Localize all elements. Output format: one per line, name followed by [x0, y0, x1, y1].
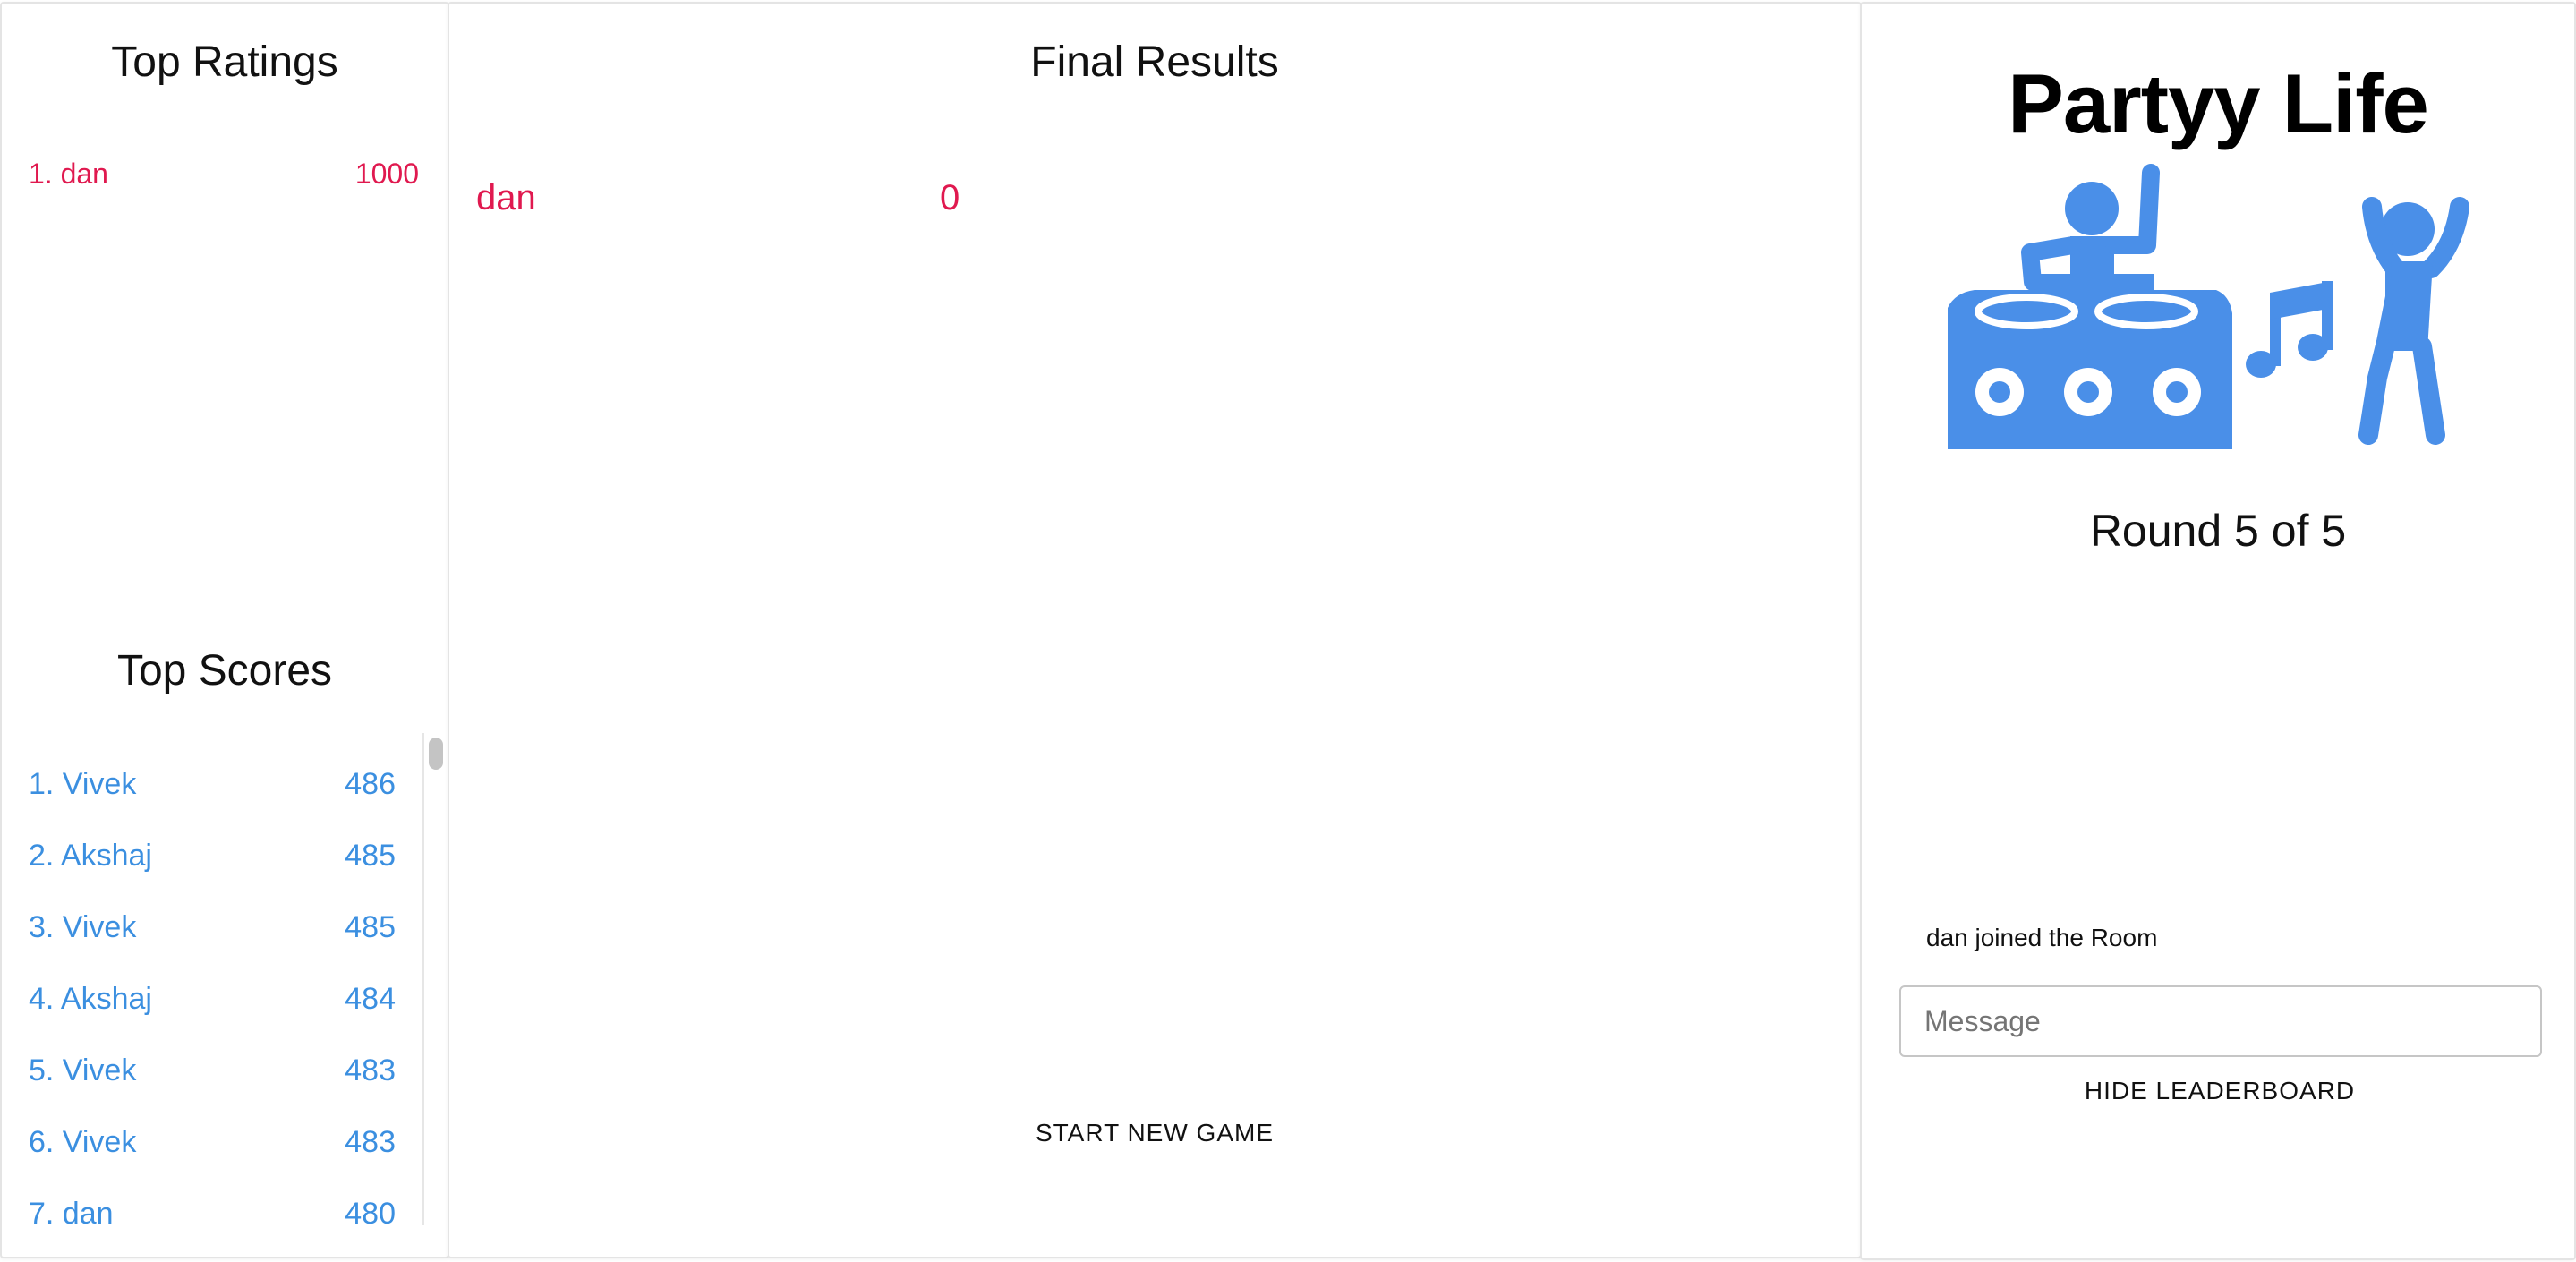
score-value: 484: [345, 982, 396, 1016]
rating-name: 1. dan: [29, 158, 108, 190]
score-row: 6. Vivek 483: [29, 1125, 396, 1160]
dancer-icon: [2358, 197, 2469, 445]
score-name: 3. Vivek: [29, 910, 137, 944]
score-row: 1. Vivek 486: [29, 767, 396, 802]
result-row: dan 0: [476, 178, 1380, 223]
score-name: 1. Vivek: [29, 767, 137, 801]
score-row: 3. Vivek 485: [29, 910, 396, 945]
score-value: 486: [345, 767, 396, 801]
message-input[interactable]: [1899, 985, 2542, 1057]
score-value: 480: [345, 1197, 396, 1227]
top-scores-title: Top Scores: [116, 647, 333, 695]
score-value: 483: [345, 1125, 396, 1159]
party-illustration: [1948, 164, 2469, 449]
score-value: 485: [345, 910, 396, 944]
top-scores-list[interactable]: 1. Vivek 486 2. Akshaj 485 3. Vivek 485 …: [2, 733, 431, 1227]
app-title: Partyy Life: [2008, 56, 2429, 150]
start-new-game-button[interactable]: START NEW GAME: [967, 1108, 1343, 1158]
round-indicator: Round 5 of 5: [2089, 506, 2347, 556]
score-name: 5. Vivek: [29, 1053, 137, 1087]
final-results-title: Final Results: [1030, 38, 1279, 86]
score-name: 6. Vivek: [29, 1125, 137, 1159]
score-row: 4. Akshaj 484: [29, 982, 396, 1017]
result-player-name: dan: [476, 178, 536, 217]
score-value: 483: [345, 1053, 396, 1087]
score-row: 5. Vivek 483: [29, 1053, 396, 1088]
chat-message: dan joined the Room: [1926, 924, 2158, 951]
rating-row: 1. dan 1000: [29, 158, 419, 191]
rating-value: 1000: [354, 158, 419, 190]
scores-scrollbar-track[interactable]: [422, 733, 424, 1225]
result-player-score: 0: [940, 178, 960, 217]
music-note-icon: [2246, 281, 2333, 378]
hide-leaderboard-button[interactable]: HIDE LEADERBOARD: [2041, 1069, 2399, 1113]
score-row: 7. dan 480: [29, 1197, 396, 1227]
score-name: 2. Akshaj: [29, 839, 152, 873]
score-row: 2. Akshaj 485: [29, 839, 396, 874]
score-name: 7. dan: [29, 1197, 114, 1227]
dj-booth-icon: [1948, 164, 2232, 449]
results-panel: Final Results dan 0: [448, 2, 1862, 1258]
scores-scrollbar-thumb[interactable]: [429, 738, 443, 770]
top-ratings-title: Top Ratings: [111, 38, 338, 86]
leaderboard-panel: Top Ratings 1. dan 1000 Top Scores 1. Vi…: [0, 2, 449, 1258]
score-name: 4. Akshaj: [29, 982, 152, 1016]
game-panel: Partyy Life Round 5 of 5 dan joined the …: [1860, 2, 2576, 1260]
score-value: 485: [345, 839, 396, 873]
